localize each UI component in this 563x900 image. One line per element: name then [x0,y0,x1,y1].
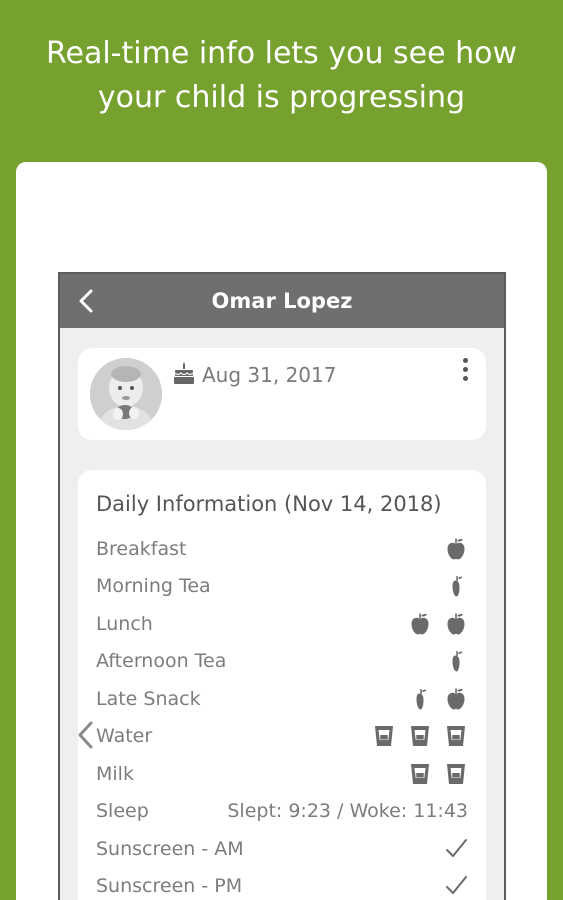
daily-row-label: Sunscreen - PM [96,875,243,898]
headline: Real-time info lets you see how your chi… [0,32,563,120]
chevron-left-icon [79,289,93,313]
app-bar: Omar Lopez [60,274,504,328]
apple-icon [444,537,468,561]
daily-row-morning-tea: Morning Tea [96,568,468,606]
daily-information-title: Daily Information (Nov 14, 2018) [96,492,442,516]
daily-row-sleep: Sleep Slept: 9:23 / Woke: 11:43 [96,793,468,831]
cup-icon [372,724,396,748]
daily-row-afternoon-tea: Afternoon Tea [96,643,468,681]
daily-row-label: Sleep [96,800,149,823]
cup-icon [408,724,432,748]
cup-icon [444,762,468,786]
apple-icon [408,612,432,636]
daily-information-list: Breakfast Morning Tea Lunch Afternoon Tea La… [96,530,468,900]
daily-row-label: Breakfast [96,537,187,560]
daily-row-value [444,537,468,561]
apple-icon [444,612,468,636]
daily-row-value: Slept: 9:23 / Woke: 11:43 [227,800,468,822]
daily-row-label: Morning Tea [96,575,211,598]
checkmark-icon [444,874,468,898]
daily-row-label: Milk [96,762,134,785]
headline-line-2: your child is progressing [97,80,466,115]
cake-icon [174,362,194,384]
daily-information-card: Daily Information (Nov 14, 2018) Breakfa… [78,470,486,900]
daily-row-late-snack: Late Snack [96,680,468,718]
daily-row-value [408,687,468,711]
daily-row-value [408,612,468,636]
more-vertical-icon [462,357,468,363]
daily-row-label: Afternoon Tea [96,650,227,673]
page-title: Omar Lopez [211,289,353,313]
cup-icon [408,762,432,786]
more-options-button[interactable] [456,354,474,384]
apple-icon [444,687,468,711]
daily-row-sunscreen-pm: Sunscreen - PM [96,868,468,900]
avatar[interactable] [90,358,162,430]
daily-row-breakfast: Breakfast [96,530,468,568]
profile-card: Aug 31, 2017 [78,348,486,440]
checkmark-icon [444,837,468,861]
daily-row-value [444,574,468,598]
apple-half-icon [408,687,432,711]
daily-row-label: Water [96,725,153,748]
apple-half-icon [444,574,468,598]
daily-row-label: Sunscreen - AM [96,837,244,860]
daily-row-milk: Milk [96,755,468,793]
daily-row-value [408,762,468,786]
apple-half-icon [444,649,468,673]
headline-line-1: Real-time info lets you see how [46,36,517,71]
daily-row-label: Lunch [96,612,153,635]
daily-row-water: Water [96,718,468,756]
daily-row-lunch: Lunch [96,605,468,643]
sleep-times: Slept: 9:23 / Woke: 11:43 [227,800,468,823]
birth-date: Aug 31, 2017 [202,363,337,387]
back-button[interactable] [68,282,106,320]
previous-day-chevron-icon[interactable] [75,720,97,750]
cup-icon [444,724,468,748]
daily-row-value [372,724,468,748]
child-photo [90,358,162,430]
phone-screen: Omar Lopez Aug 31, 2017 Daily Informatio… [58,272,506,900]
daily-row-value [444,649,468,673]
daily-row-value [444,874,468,898]
daily-row-sunscreen-am: Sunscreen - AM [96,830,468,868]
daily-row-label: Late Snack [96,687,201,710]
daily-row-value [444,837,468,861]
